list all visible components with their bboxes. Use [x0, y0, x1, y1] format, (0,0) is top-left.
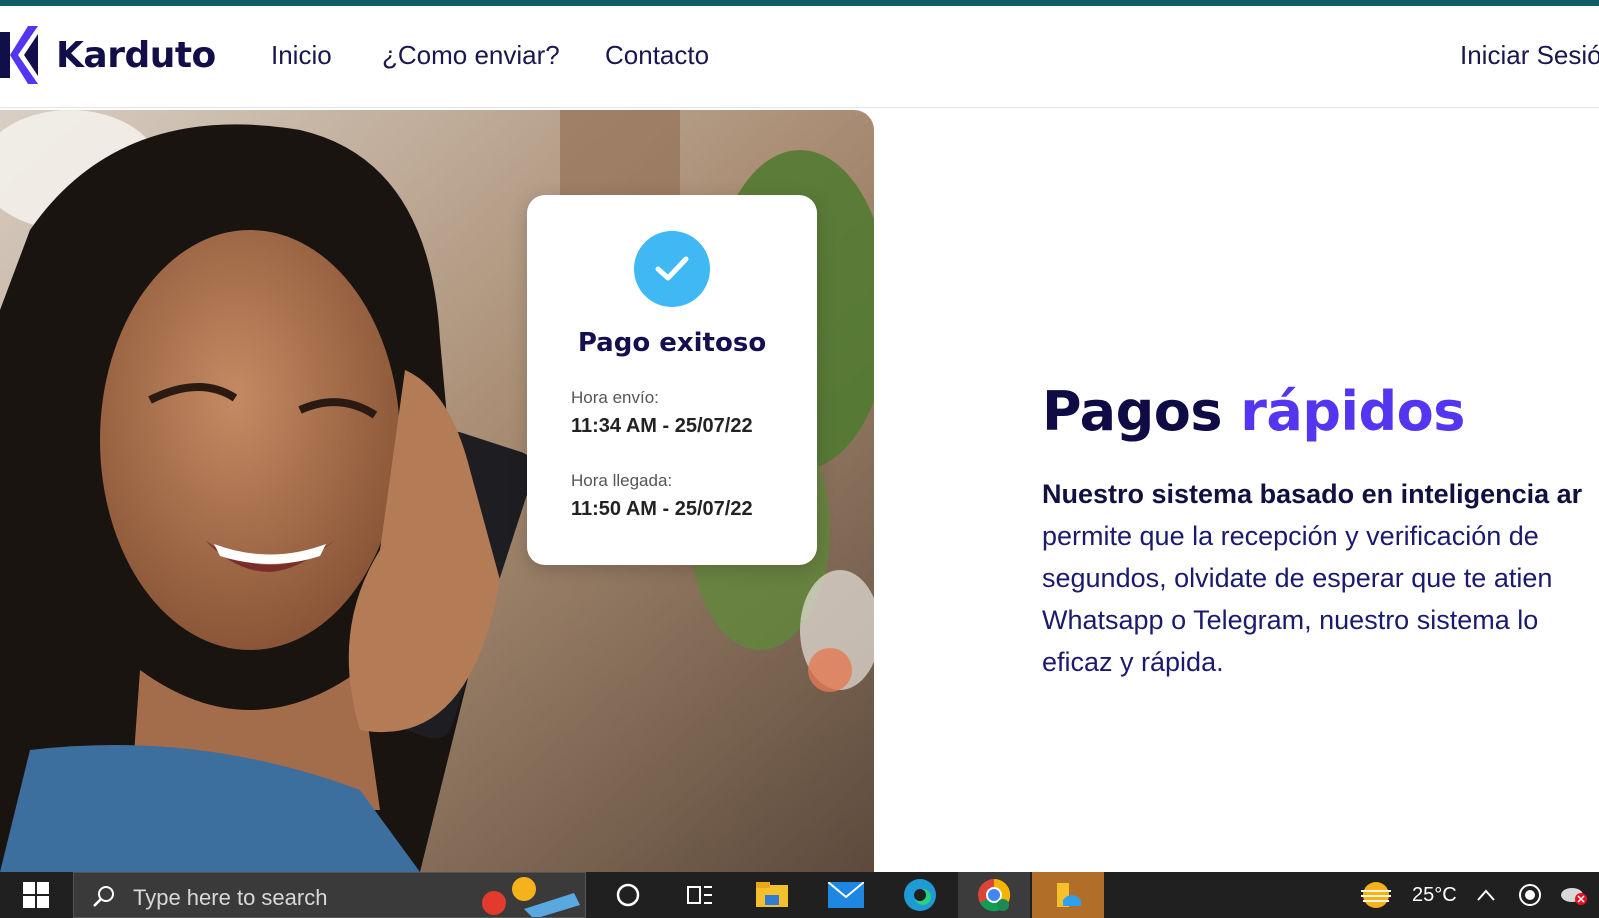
taskbar-search-box[interactable]: Type here to search — [73, 872, 586, 918]
login-link[interactable]: Iniciar Sesió — [1460, 40, 1599, 71]
description-line-3: segundos, olvidate de esperar que te ati… — [1042, 563, 1553, 593]
feature-section: Pagos rápidos Nuestro sistema basado en … — [1042, 380, 1599, 683]
nav-contacto[interactable]: Contacto — [605, 40, 709, 71]
brand-name: Karduto — [56, 34, 216, 76]
search-placeholder: Type here to search — [133, 885, 328, 910]
check-icon — [634, 231, 710, 307]
page: Karduto Inicio ¿Como enviar? Contacto In… — [0, 0, 1599, 918]
search-highlight-illustration — [482, 877, 580, 917]
weather-icon[interactable] — [1340, 872, 1412, 918]
payment-success-card: Pago exitoso Hora envío: 11:34 AM - 25/0… — [527, 195, 817, 565]
title-main: Pagos — [1042, 380, 1222, 443]
cortana-icon[interactable] — [592, 872, 664, 918]
description-line-1: Nuestro sistema basado en inteligencia a… — [1042, 479, 1583, 509]
arrival-time-value: 11:50 AM - 25/07/22 — [571, 498, 753, 520]
record-indicator-icon[interactable] — [1510, 872, 1550, 918]
sent-time-label: Hora envío: — [571, 388, 659, 407]
title-accent: rápidos — [1240, 380, 1465, 443]
chrome-icon[interactable] — [958, 872, 1030, 918]
hero-photo: Pago exitoso Hora envío: 11:34 AM - 25/0… — [0, 110, 874, 872]
nav-como-enviar[interactable]: ¿Como enviar? — [382, 40, 560, 71]
task-view-icon[interactable] — [664, 872, 736, 918]
mail-icon[interactable] — [810, 872, 882, 918]
edge-icon[interactable] — [884, 872, 956, 918]
brand-logo[interactable]: Karduto — [0, 24, 216, 86]
description-line-5: eficaz y rápida. — [1042, 647, 1224, 677]
section-title: Pagos rápidos — [1042, 380, 1599, 443]
description-line-4: Whatsapp o Telegram, nuestro sistema lo — [1042, 605, 1539, 635]
search-icon — [93, 886, 114, 907]
card-title: Pago exitoso — [577, 328, 767, 358]
temperature-readout[interactable]: 25°C — [1412, 884, 1457, 907]
file-explorer-icon[interactable] — [736, 872, 808, 918]
karduto-logo-icon — [0, 26, 38, 84]
files-app-icon[interactable] — [1032, 872, 1104, 918]
site-header: Karduto Inicio ¿Como enviar? Contacto In… — [0, 6, 1599, 108]
windows-taskbar: Type here to search 25°C — [0, 872, 1599, 918]
chevron-up-icon[interactable] — [1466, 872, 1506, 918]
arrival-time-label: Hora llegada: — [571, 471, 673, 490]
onedrive-error-icon[interactable] — [1552, 872, 1596, 918]
section-description: Nuestro sistema basado en inteligencia a… — [1042, 473, 1599, 683]
nav-inicio[interactable]: Inicio — [271, 40, 332, 71]
sent-time-value: 11:34 AM - 25/07/22 — [571, 415, 753, 437]
description-line-2: permite que la recepción y verificación … — [1042, 521, 1539, 551]
windows-start-icon[interactable] — [0, 872, 72, 918]
